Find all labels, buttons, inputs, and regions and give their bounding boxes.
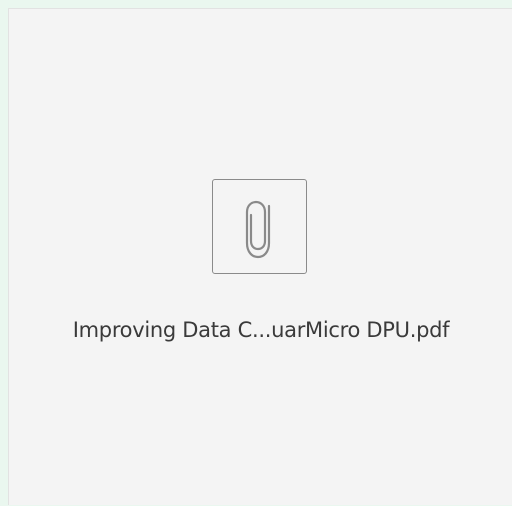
attachment-preview-frame: Improving Data C...uarMicro DPU.pdf — [0, 0, 512, 505]
attachment-tile[interactable]: Improving Data C...uarMicro DPU.pdf — [9, 9, 512, 506]
attachment-filename: Improving Data C...uarMicro DPU.pdf — [72, 318, 450, 342]
attachment-preview-panel[interactable]: Improving Data C...uarMicro DPU.pdf — [8, 8, 512, 505]
paperclip-icon — [212, 179, 307, 274]
